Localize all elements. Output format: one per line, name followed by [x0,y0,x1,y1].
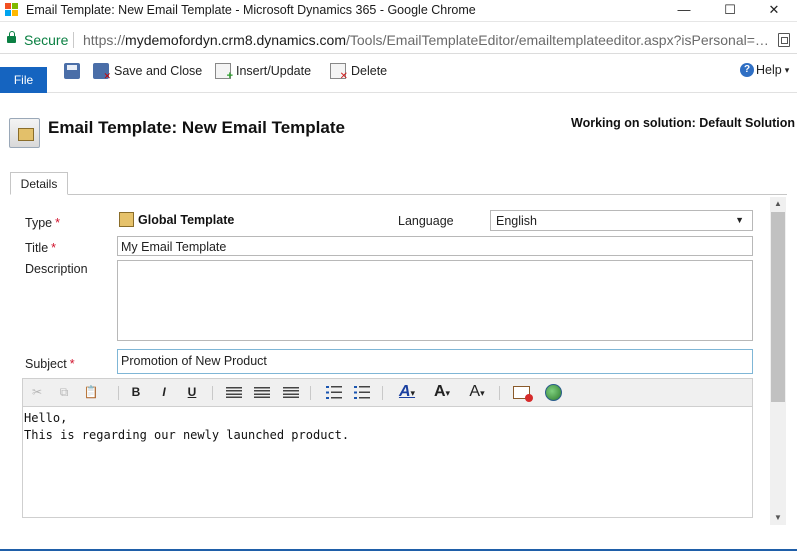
font-face-glyph: A [469,383,481,400]
address-separator [73,32,74,48]
font-size-icon[interactable]: A▾ [429,383,455,400]
font-color-icon[interactable]: A▾ [394,383,420,400]
solution-label: Working on solution: Default Solution [571,116,796,130]
type-label: Type * [25,216,60,230]
chevron-down-icon: ▾ [445,388,451,398]
body-line: This is regarding our newly launched pro… [24,428,350,442]
insert-update-label: Insert/Update [236,64,312,78]
subject-input[interactable]: Promotion of New Product [117,349,753,374]
bold-button[interactable]: B [128,385,144,401]
type-label-text: Type [25,216,53,230]
minimize-button[interactable]: — [661,0,707,22]
chevron-down-icon: ▾ [784,64,790,75]
required-marker: * [51,241,57,255]
save-button[interactable] [64,62,85,80]
title-label-text: Title [25,241,49,255]
help-label: Help [756,63,782,77]
subject-label: Subject * [25,357,75,371]
delete-button[interactable]: Delete [330,62,388,82]
address-bar[interactable]: Secure https://mydemofordyn.crm8.dynamic… [0,24,797,54]
global-template-icon [119,212,134,227]
insert-link-globe-icon[interactable] [545,384,562,401]
toolbar-separator [212,386,213,400]
toolbar-separator [310,386,311,400]
help-icon: ? [740,63,754,77]
italic-button[interactable]: I [156,385,172,401]
toolbar-separator [382,386,383,400]
tab-details[interactable]: Details [10,172,68,195]
window-bottom-border [0,549,797,551]
paste-icon[interactable]: 📋 [83,385,99,401]
insert-update-button[interactable]: Insert/Update [215,62,312,82]
required-marker: * [69,357,75,371]
required-marker: * [55,216,60,230]
save-and-close-label: Save and Close [114,64,203,78]
language-label: Language [398,214,454,228]
email-template-entity-icon [9,118,40,148]
font-size-glyph: A [433,383,446,400]
page-info-icon[interactable] [778,33,790,47]
url-host: mydemofordyn.crm8.dynamics.com [125,32,346,48]
scrollbar-thumb[interactable] [771,212,785,402]
copy-icon[interactable]: ⧉ [56,385,72,401]
subject-label-text: Subject [25,357,67,371]
url-path: /Tools/EmailTemplateEditor/emailtemplate… [345,32,769,48]
chevron-down-icon: ▾ [480,388,485,398]
url-text[interactable]: https://mydemofordyn.crm8.dynamics.com/T… [83,32,773,48]
align-center-icon[interactable] [254,387,270,398]
bulleted-list-icon[interactable] [354,386,370,399]
command-ribbon: File Save and Close Insert/Update Delete… [0,55,797,93]
insert-update-icon [215,63,233,82]
font-color-glyph: A [398,383,411,400]
file-tab[interactable]: File [0,67,47,93]
description-input[interactable] [117,260,753,341]
language-select[interactable]: English ▼ [490,210,753,231]
save-close-icon [93,63,111,82]
scroll-down-icon[interactable]: ▼ [770,511,786,525]
email-body-editor[interactable]: Hello, This is regarding our newly launc… [22,406,753,518]
delete-label: Delete [351,64,388,78]
align-right-icon[interactable] [283,387,299,398]
delete-icon [330,63,348,82]
close-window-button[interactable]: ✕ [751,0,797,22]
microsoft-logo-icon [5,3,19,17]
language-value: English [496,214,537,228]
body-line: Hello, [24,411,68,425]
window-titlebar: Email Template: New Email Template - Mic… [0,0,797,22]
form-scrollbar[interactable]: ▲ ▼ [770,197,786,525]
toolbar-separator [118,386,119,400]
numbered-list-icon[interactable] [326,386,342,399]
title-label: Title * [25,241,56,255]
page-title: Email Template: New Email Template [48,118,345,137]
underline-button[interactable]: U [184,385,200,401]
scroll-up-icon[interactable]: ▲ [770,197,786,211]
cut-icon[interactable]: ✂ [29,385,45,401]
url-scheme: https:// [83,32,126,48]
type-value: Global Template [138,213,235,227]
chevron-down-icon: ▾ [410,388,416,398]
toolbar-separator [499,386,500,400]
description-label: Description [25,262,88,276]
dropdown-arrow-icon: ▼ [735,215,744,225]
title-input[interactable]: My Email Template [117,236,753,256]
save-and-close-button[interactable]: Save and Close [93,62,203,82]
window-title: Email Template: New Email Template - Mic… [26,3,476,17]
tab-divider [10,194,787,195]
insert-email-icon[interactable] [513,386,533,402]
secure-label: Secure [24,32,69,48]
save-icon [64,63,80,79]
align-left-icon[interactable] [226,387,242,398]
maximize-button[interactable]: ☐ [707,0,753,22]
help-button[interactable]: ? Help ▾ [740,63,789,77]
lock-icon [7,31,16,43]
editor-toolbar: ✂ ⧉ 📋 B I U A▾ A▾ A▾ [22,378,753,406]
font-face-icon[interactable]: A▾ [464,383,490,400]
